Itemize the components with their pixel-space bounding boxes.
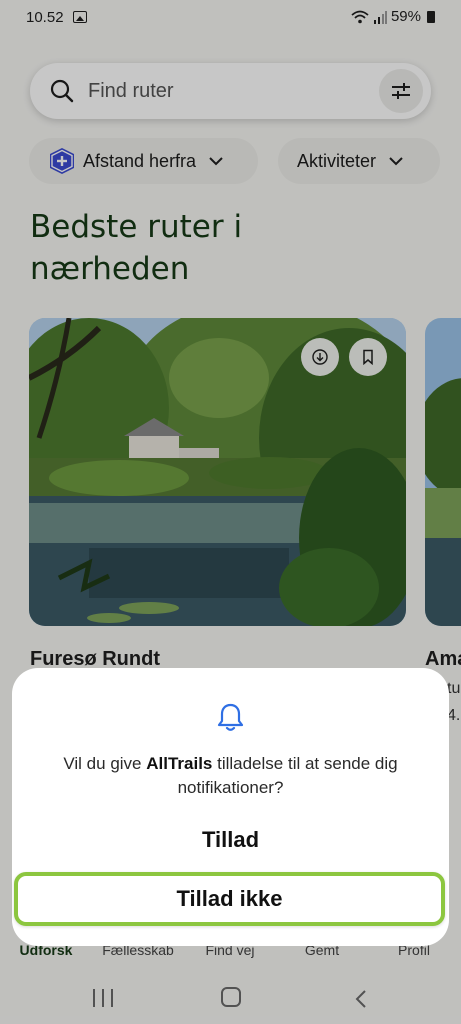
app-screen: 10.52 59% Find ruter Afstand herfra Akti… bbox=[0, 0, 461, 1024]
bell-icon bbox=[217, 703, 244, 731]
deny-button[interactable]: Tillad ikke bbox=[14, 872, 445, 926]
allow-button[interactable]: Tillad bbox=[30, 816, 431, 864]
dialog-message-pre: Vil du give bbox=[63, 754, 147, 773]
dialog-message: Vil du give AllTrails tilladelse til at … bbox=[30, 752, 431, 800]
notification-permission-dialog: Vil du give AllTrails tilladelse til at … bbox=[12, 668, 449, 946]
dialog-app-name: AllTrails bbox=[146, 754, 213, 773]
